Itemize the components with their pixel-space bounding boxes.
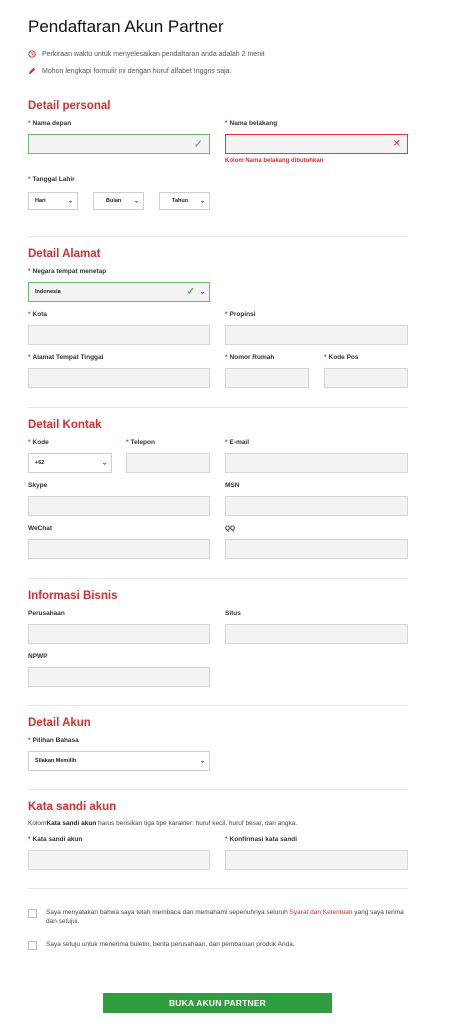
zip-input[interactable]	[324, 368, 408, 388]
chevron-down-icon: ⌄	[199, 758, 205, 765]
chevron-down-icon: ⌄	[101, 460, 107, 467]
wechat-label: WeChat	[28, 525, 53, 532]
website-label: Situs	[225, 610, 241, 617]
first-name-label: * Nama depan	[28, 120, 72, 127]
divider	[28, 789, 408, 790]
alphabet-note-text: Mohon lengkapi formulir ini dengan huruf…	[42, 67, 232, 75]
company-label: Perusahaan	[28, 610, 65, 617]
confirm-password-label: * Konfirmasi kata sandi	[225, 836, 298, 843]
province-label: * Propinsi	[225, 311, 256, 318]
last-name-label: * Nama belakang	[225, 120, 278, 127]
birth-month-select[interactable]: Bulan ⌄	[93, 192, 144, 210]
qq-label: QQ	[225, 525, 236, 532]
city-label: * Kota	[28, 311, 47, 318]
error-x-icon: ✕	[392, 138, 401, 150]
divider	[28, 407, 408, 408]
city-input[interactable]	[28, 325, 210, 345]
company-input[interactable]	[28, 624, 210, 644]
last-name-error: Kolom Nama belakang dibutuhkan	[225, 158, 324, 164]
newsletter-text: Saya setuju untuk menerima buletin, beri…	[46, 941, 295, 948]
country-select[interactable]: Indonesia ✓ ⌄	[28, 282, 210, 302]
account-section-title: Detail Akun	[28, 717, 91, 729]
divider	[28, 705, 408, 706]
password-section-title: Kata sandi akun	[28, 801, 117, 813]
province-input[interactable]	[225, 325, 408, 345]
confirm-password-input[interactable]	[225, 850, 408, 870]
qq-input[interactable]	[225, 539, 408, 559]
zip-label: * Kode Pos	[324, 354, 359, 361]
check-icon: ✓	[186, 286, 195, 298]
skype-label: Skype	[28, 482, 48, 489]
page-title: Pendaftaran Akun Partner	[28, 17, 224, 36]
divider	[28, 888, 408, 889]
time-note-text: Perkiraan waktu untuk menyelesaikan pend…	[42, 50, 265, 58]
first-name-input[interactable]: ✓	[28, 134, 210, 154]
street-label: * Alamat Tempat Tinggal	[28, 354, 104, 361]
phone-label: * Telepon	[126, 439, 155, 446]
country-code-label: * Kode	[28, 439, 49, 446]
email-label: * E-mail	[225, 439, 250, 446]
msn-label: MSN	[225, 482, 240, 489]
country-code-select[interactable]: +62 ⌄	[28, 453, 112, 473]
divider	[28, 578, 408, 579]
check-icon: ✓	[193, 138, 203, 151]
terms-text: Saya menyatakan bahwa saya telah membaca…	[46, 909, 404, 925]
birth-label: * Tanggal Lahir	[28, 176, 75, 183]
npwp-label: NPWP	[28, 653, 48, 660]
msn-input[interactable]	[225, 496, 408, 516]
clock-icon	[28, 50, 36, 58]
birth-year-select[interactable]: Tahun ⌄	[159, 192, 210, 210]
newsletter-checkbox[interactable]	[28, 941, 37, 950]
email-input[interactable]	[225, 453, 408, 473]
personal-section-title: Detail personal	[28, 100, 111, 112]
address-section-title: Detail Alamat	[28, 248, 101, 260]
house-number-input[interactable]	[225, 368, 309, 388]
password-label: * Kata sandi akun	[28, 836, 83, 843]
website-input[interactable]	[225, 624, 408, 644]
chevron-down-icon: ⌄	[199, 198, 205, 205]
street-input[interactable]	[28, 368, 210, 388]
password-requirements: KolomKata sandi akun harus berisikan tig…	[28, 820, 298, 827]
business-section-title: Informasi Bisnis	[28, 590, 118, 602]
divider	[28, 236, 408, 237]
wechat-input[interactable]	[28, 539, 210, 559]
skype-input[interactable]	[28, 496, 210, 516]
chevron-down-icon: ⌄	[67, 198, 73, 205]
language-label: * Pilihan Bahasa	[28, 737, 79, 744]
alphabet-note: Mohon lengkapi formulir ini dengan huruf…	[28, 67, 232, 75]
npwp-input[interactable]	[28, 667, 210, 687]
phone-input[interactable]	[126, 453, 210, 473]
contact-section-title: Detail Kontak	[28, 419, 102, 431]
house-number-label: * Nomor Rumah	[225, 354, 275, 361]
terms-checkbox[interactable]	[28, 909, 37, 918]
country-label: * Negara tempat menetap	[28, 268, 107, 275]
language-select[interactable]: Silakan Memilih ⌄	[28, 751, 210, 771]
open-partner-account-button[interactable]: BUKA AKUN PARTNER	[103, 993, 332, 1013]
last-name-input[interactable]: ✕	[225, 134, 408, 154]
birth-day-select[interactable]: Hari ⌄	[28, 192, 78, 210]
chevron-down-icon: ⌄	[199, 289, 205, 296]
pencil-icon	[28, 67, 36, 75]
password-input[interactable]	[28, 850, 210, 870]
time-note: Perkiraan waktu untuk menyelesaikan pend…	[28, 50, 265, 58]
terms-link[interactable]: Syarat dan Ketentuan	[290, 909, 353, 916]
chevron-down-icon: ⌄	[133, 198, 139, 205]
